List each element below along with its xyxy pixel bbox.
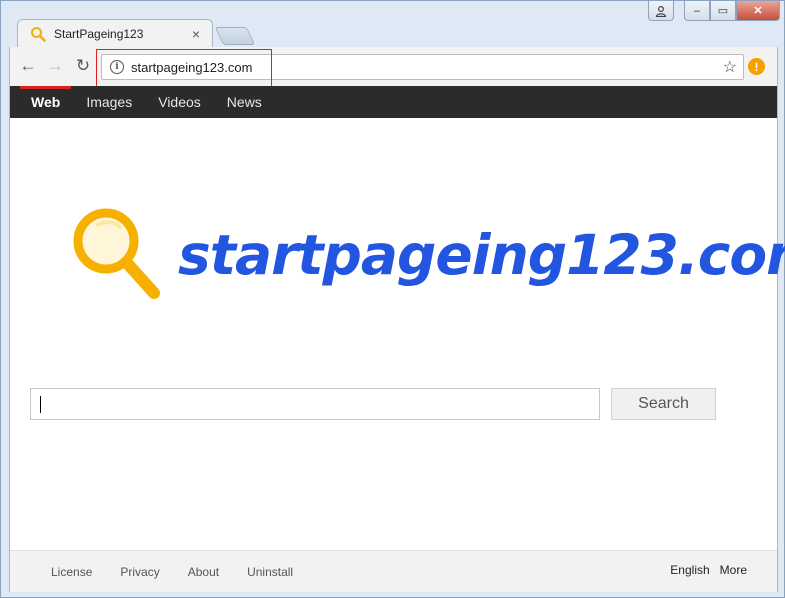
nav-web[interactable]: Web bbox=[18, 86, 73, 118]
window-controls: ‒ ▭ ✕ bbox=[648, 1, 780, 21]
footer-license-link[interactable]: License bbox=[51, 565, 92, 579]
user-icon[interactable] bbox=[648, 1, 674, 21]
browser-window: StartPageing123 × ‒ ▭ ✕ ← → ↻ i startpag… bbox=[0, 0, 785, 598]
bookmark-star-icon[interactable]: ☆ bbox=[723, 57, 737, 77]
footer-uninstall-link[interactable]: Uninstall bbox=[247, 565, 293, 579]
nav-news[interactable]: News bbox=[214, 86, 275, 118]
logo-text: startpageing123.com bbox=[178, 223, 785, 287]
top-nav: Web Images Videos News bbox=[10, 86, 777, 118]
nav-images[interactable]: Images bbox=[73, 86, 145, 118]
search-input[interactable] bbox=[31, 389, 599, 419]
search-input-box[interactable] bbox=[30, 388, 600, 420]
person-icon bbox=[655, 5, 667, 17]
tab-close-icon[interactable]: × bbox=[188, 26, 204, 42]
footer-about-link[interactable]: About bbox=[188, 565, 219, 579]
nav-videos[interactable]: Videos bbox=[145, 86, 214, 118]
footer: License Privacy About Uninstall English … bbox=[10, 550, 777, 592]
annotation-highlight-box bbox=[96, 49, 272, 91]
magnifier-logo-icon bbox=[73, 208, 160, 299]
new-tab-button[interactable] bbox=[214, 27, 256, 45]
site-logo: startpageing123.com bbox=[72, 203, 785, 313]
page-viewport: Web Images Videos News startpageing123.c… bbox=[9, 86, 785, 592]
tab-title: StartPageing123 bbox=[54, 26, 144, 41]
close-window-button[interactable]: ✕ bbox=[736, 1, 780, 21]
footer-privacy-link[interactable]: Privacy bbox=[120, 565, 159, 579]
footer-english-link[interactable]: English bbox=[670, 563, 709, 577]
tab-strip: StartPageing123 × ‒ ▭ ✕ bbox=[1, 1, 784, 47]
reload-icon[interactable]: ↻ bbox=[73, 56, 93, 76]
search-icon bbox=[31, 26, 46, 42]
footer-more-link[interactable]: More bbox=[720, 563, 747, 577]
minimize-button[interactable]: ‒ bbox=[684, 1, 710, 21]
search-button[interactable]: Search bbox=[611, 388, 716, 420]
forward-arrow-icon[interactable]: → bbox=[45, 56, 65, 76]
back-arrow-icon[interactable]: ← bbox=[18, 56, 38, 76]
tab-startpageing[interactable]: StartPageing123 × bbox=[17, 19, 213, 47]
footer-right: English More bbox=[660, 563, 747, 577]
maximize-button[interactable]: ▭ bbox=[710, 1, 736, 21]
warning-extension-icon[interactable]: ! bbox=[748, 58, 765, 75]
